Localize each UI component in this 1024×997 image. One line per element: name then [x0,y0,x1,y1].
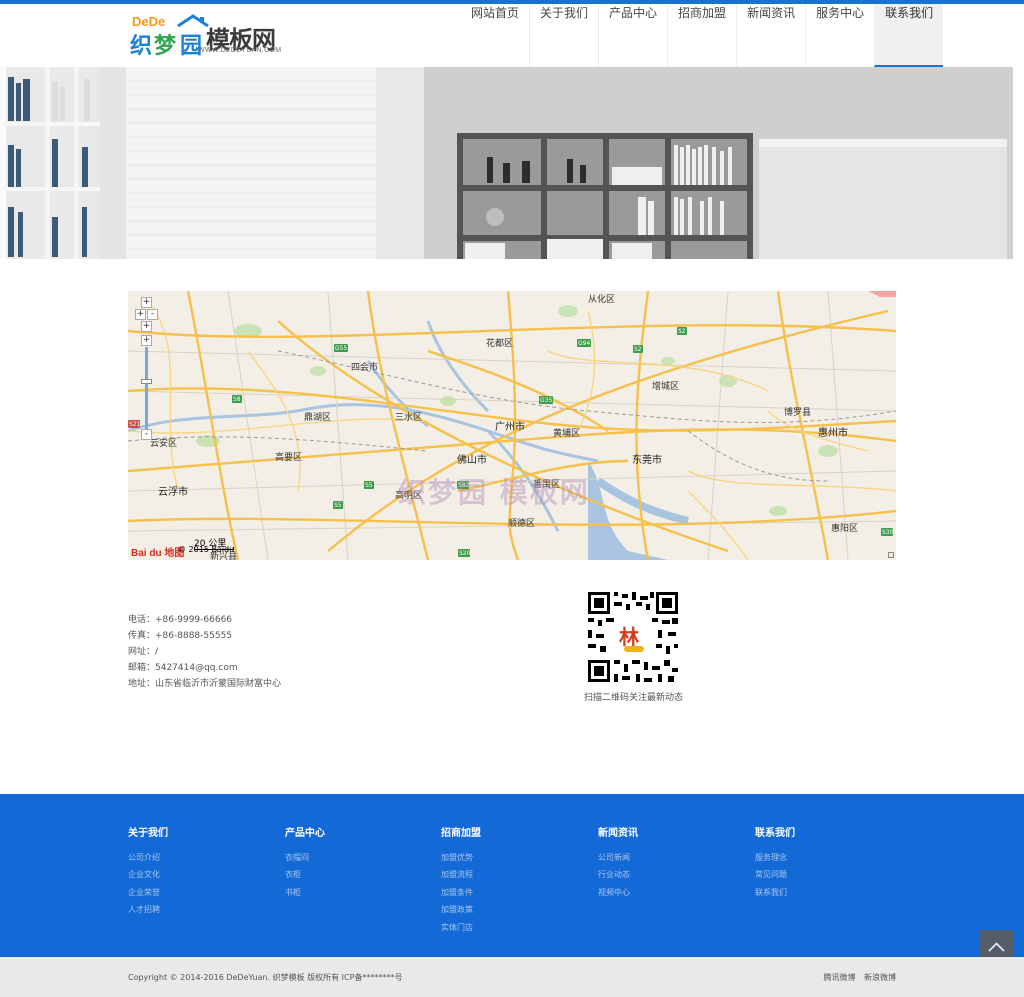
footer-link[interactable]: 公司新闻 [598,849,748,866]
footer-col-about: 关于我们 公司介绍 企业文化 企业荣誉 人才招聘 [128,824,278,919]
footer-link[interactable]: 人才招聘 [128,901,278,918]
main-nav: 网站首页 关于我们 产品中心 招商加盟 新闻资讯 服务中心 联系我们 [461,4,944,67]
svg-text:G35: G35 [540,397,552,404]
footer-link[interactable]: 服务理念 [755,849,905,866]
pan-left-button[interactable]: + [135,309,146,320]
nav-products[interactable]: 产品中心 [598,4,667,67]
footer-link[interactable]: 联系我们 [755,884,905,901]
footer-link[interactable]: 常见问题 [755,866,905,883]
site-footer: 关于我们 公司介绍 企业文化 企业荣誉 人才招聘 产品中心 衣帽间 衣柜 书柜 … [0,794,1024,957]
footer-col-news: 新闻资讯 公司新闻 行业动态 视频中心 [598,824,748,901]
map-label-zengcheng: 增城区 [652,382,680,392]
contact-info: 电话：+86-9999-66666 传真：+86-8888-55555 网址：/… [128,612,281,692]
footer-link[interactable]: 加盟政策 [441,901,591,918]
svg-text:林: 林 [619,625,639,649]
contact-email: 邮箱：5427414@qq.com [128,663,238,673]
map-copyright: © 2015 Baidu [178,545,235,554]
contact-address: 地址：山东省临沂市沂蒙国际财富中心 [128,679,282,689]
map-label-gaoyao: 高要区 [275,453,303,463]
logo-char-2: 梦 [154,34,177,59]
zoom-slider-track[interactable] [145,347,148,429]
footer-link[interactable]: 企业文化 [128,866,278,883]
baidu-logo[interactable]: Bai du 地图 [131,544,184,559]
map-label-dinghu: 鼎湖区 [304,413,332,423]
contact-phone: 电话：+86-9999-66666 [128,615,233,625]
svg-text:G55: G55 [335,345,347,352]
svg-text:S8: S8 [233,396,241,403]
site-logo[interactable]: DeDe 织 梦 园 模板网 WWW.DEDEYUAN.COM [130,14,282,59]
map-label-foshan: 佛山市 [457,455,487,466]
nav-news[interactable]: 新闻资讯 [736,4,805,67]
svg-text:S5: S5 [334,502,342,509]
pan-down-button[interactable]: + [141,321,152,332]
footer-col-title[interactable]: 关于我们 [128,824,278,839]
footer-link[interactable]: 加盟流程 [441,866,591,883]
footer-col-products: 产品中心 衣帽间 衣柜 书柜 [285,824,435,901]
svg-text:S2: S2 [634,346,642,353]
zoom-in-button[interactable]: + [141,335,152,346]
svg-text:G94: G94 [578,340,590,347]
logo-url: WWW.DEDEYUAN.COM [198,47,282,54]
logo-house-icon [177,14,209,28]
nav-franchise[interactable]: 招商加盟 [667,4,736,67]
map-label-yunfu: 云浮市 [158,487,188,498]
copyright-bar: Copyright © 2014-2016 DeDeYuan. 织梦模板 版权所… [0,957,1024,997]
copyright-text: Copyright © 2014-2016 DeDeYuan. 织梦模板 版权所… [128,973,403,982]
footer-link[interactable]: 加盟优势 [441,849,591,866]
sina-weibo-link[interactable]: 新浪微博 [864,973,896,982]
social-links: 腾讯微博 新浪微博 [817,972,896,983]
footer-col-title[interactable]: 联系我们 [755,824,905,839]
site-header: DeDe 织 梦 园 模板网 WWW.DEDEYUAN.COM 网站首页 关于我… [0,4,1024,67]
zoom-slider-handle[interactable] [141,379,152,384]
footer-link[interactable]: 书柜 [285,884,435,901]
map-label-boluo: 博罗县 [784,408,812,418]
map-label-conghua: 从化区 [588,295,616,305]
footer-col-title[interactable]: 新闻资讯 [598,824,748,839]
map-resize-icon[interactable] [888,552,894,558]
map-label-huangpu: 黄埔区 [553,429,581,439]
map-label-huizhou: 惠州市 [818,428,848,439]
nav-home[interactable]: 网站首页 [461,4,529,67]
footer-col-title[interactable]: 产品中心 [285,824,435,839]
map-label-shunde: 顺德区 [508,519,536,529]
logo-dede-text: DeDe [132,14,166,29]
contact-fax: 传真：+86-8888-55555 [128,631,233,641]
nav-contact[interactable]: 联系我们 [874,4,944,67]
svg-text:S20: S20 [459,550,471,557]
zoom-out-button[interactable]: - [141,429,152,440]
footer-link[interactable]: 衣帽间 [285,849,435,866]
qr-code-image: 林 [586,590,680,684]
footer-link[interactable]: 加盟条件 [441,884,591,901]
map-label-sihui: 四会市 [351,363,379,373]
contact-website: 网址：/ [128,647,159,657]
footer-col-title[interactable]: 招商加盟 [441,824,591,839]
map-label-dongguan: 东莞市 [632,455,662,466]
svg-text:S30: S30 [882,529,894,536]
footer-link[interactable]: 实体门店 [441,919,591,936]
logo-char-1: 织 [130,34,153,59]
tencent-weibo-link[interactable]: 腾讯微博 [823,973,855,982]
map-watermark: 织梦园 模板网 [398,476,590,509]
nav-about[interactable]: 关于我们 [529,4,598,67]
footer-link[interactable]: 衣柜 [285,866,435,883]
map-zoom-control: + + - + + - [135,297,159,447]
location-map[interactable]: G55 G94 S2 S2 S8 G35 S5 S5 S82 S20 S30 S… [128,291,896,560]
footer-link[interactable]: 企业荣誉 [128,884,278,901]
nav-service[interactable]: 服务中心 [805,4,874,67]
map-label-huiyang: 惠阳区 [831,524,859,534]
pan-right-button[interactable]: - [147,309,158,320]
map-label-sanshui: 三水区 [395,413,423,423]
svg-text:S5: S5 [365,482,373,489]
svg-text:S2: S2 [678,328,686,335]
footer-col-franchise: 招商加盟 加盟优势 加盟流程 加盟条件 加盟政策 实体门店 [441,824,591,936]
footer-link[interactable]: 公司介绍 [128,849,278,866]
footer-col-contact: 联系我们 服务理念 常见问题 联系我们 [755,824,905,901]
pan-up-button[interactable]: + [141,297,152,308]
footer-link[interactable]: 行业动态 [598,866,748,883]
map-label-huadu: 花都区 [486,339,514,349]
footer-link[interactable]: 视频中心 [598,884,748,901]
qr-caption: 扫描二维码关注最新动态 [584,693,684,703]
map-label-guangzhou: 广州市 [495,422,525,433]
hero-banner-image [0,67,1013,259]
